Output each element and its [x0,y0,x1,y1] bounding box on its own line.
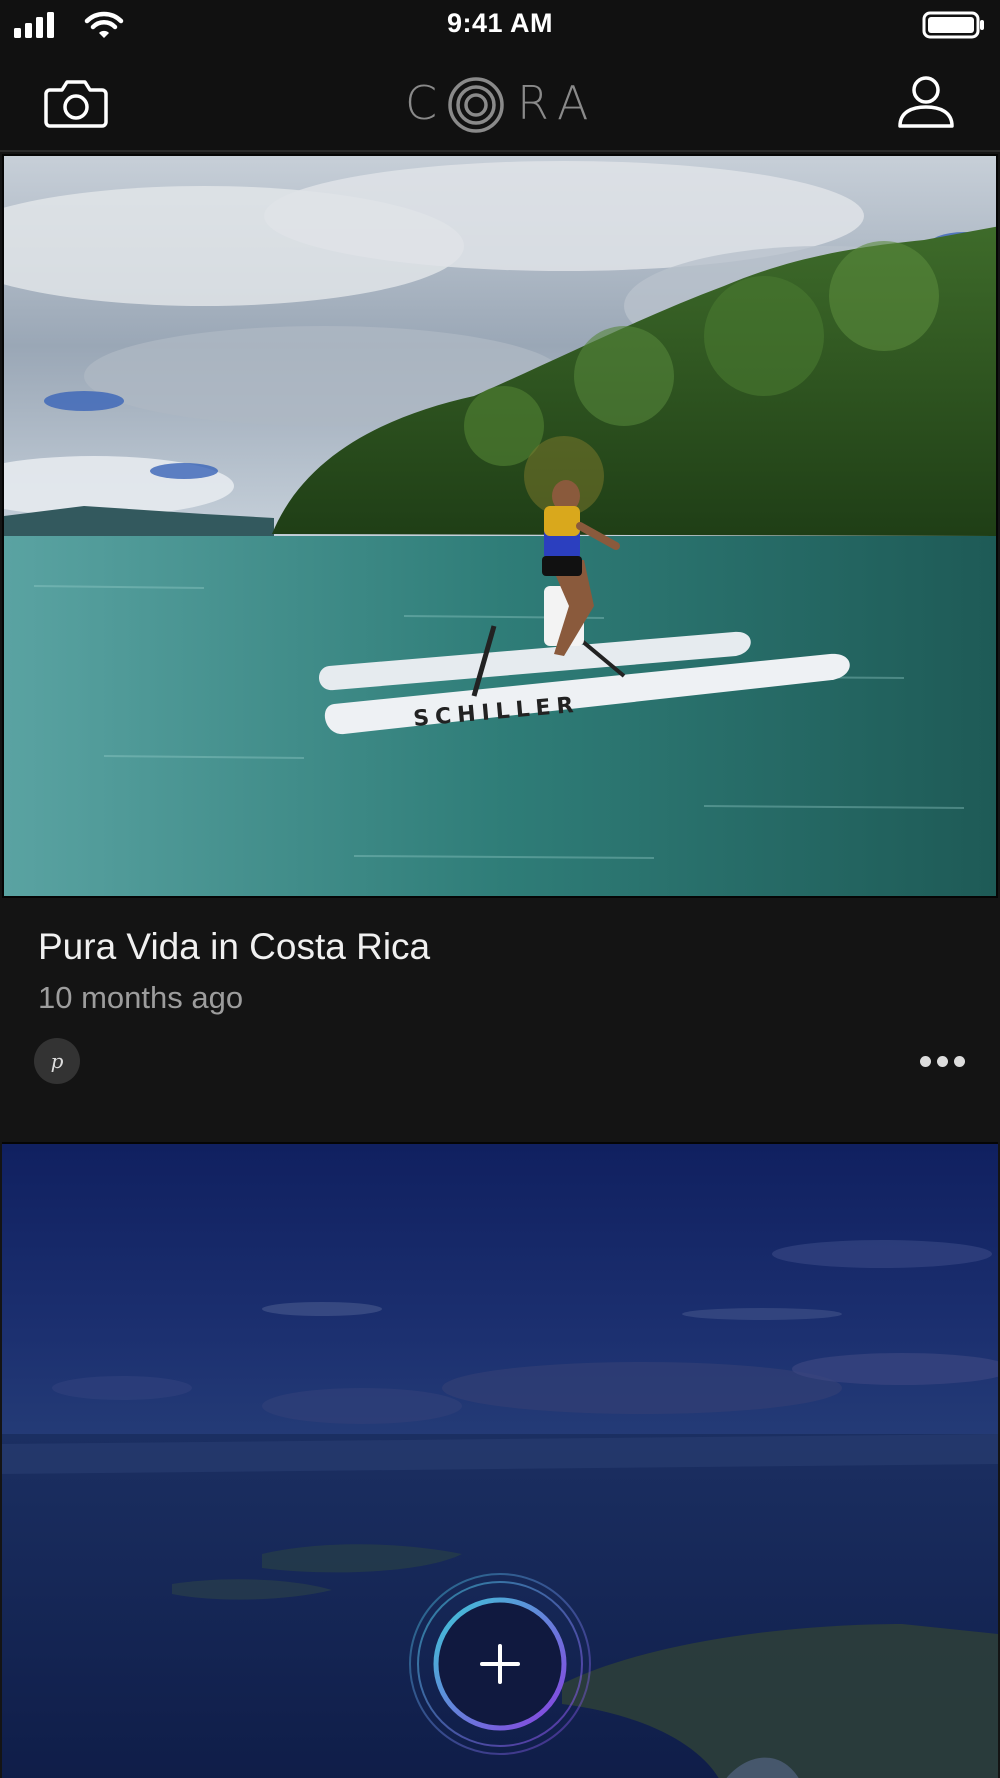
top-navigation-bar: C R A [0,52,1000,152]
logo-rings-icon [448,77,504,133]
logo-letter-c: C [405,76,438,130]
more-options-icon[interactable] [910,1040,974,1080]
status-time: 9:41 AM [446,8,554,38]
logo-letter-r: R [517,76,549,130]
pinterest-icon[interactable]: p [34,1038,80,1084]
water-bike-photo: SCHILLER [4,156,996,896]
status-bar: 9:41 AM [0,0,1000,52]
user-icon[interactable] [896,74,956,132]
post-timestamp: 10 months ago [38,980,244,1015]
plus-icon[interactable] [404,1568,596,1760]
camera-icon[interactable] [44,76,108,130]
feed-screen: 9:41 AM C R A SCHILLER Pura Vida in Cost… [0,0,1000,1778]
logo-letter-a: A [557,76,589,130]
post-photo[interactable]: SCHILLER [2,154,998,898]
cora-logo: C R A [405,72,595,134]
battery-icon [922,11,984,39]
post-title[interactable]: Pura Vida in Costa Rica [38,926,430,968]
post-card-meta: Pura Vida in Costa Rica 10 months ago p [0,898,1000,1142]
